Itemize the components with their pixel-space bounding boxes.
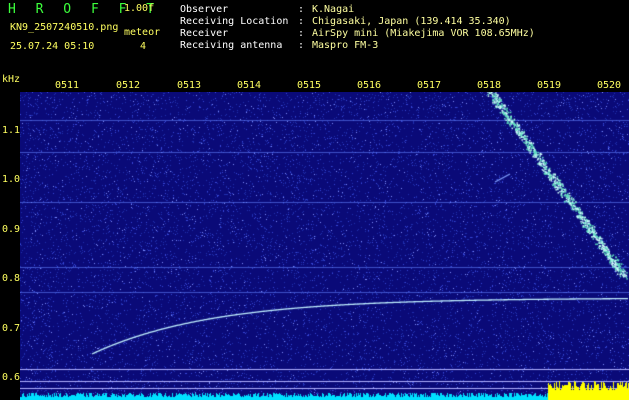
x-tick-label: 0516 [357, 80, 382, 91]
x-tick-label: 0513 [177, 80, 202, 91]
x-tick-label: 0511 [55, 80, 80, 91]
waterfall-plot: kHz 1.1 1.0 0.9 0.8 0.7 0.6 0511 0512 05… [0, 0, 629, 400]
y-tick-label: 0.7 [2, 323, 21, 334]
y-tick-label: 0.9 [2, 224, 21, 235]
x-tick-label: 0514 [237, 80, 262, 91]
y-tick-label: 1.0 [2, 174, 21, 185]
y-tick-label: 0.8 [2, 273, 21, 284]
x-tick-label: 0520 [597, 80, 622, 91]
y-tick-label: 1.1 [2, 125, 21, 136]
x-tick-label: 0517 [417, 80, 442, 91]
x-tick-label: 0519 [537, 80, 562, 91]
x-tick-label: 0518 [477, 80, 502, 91]
y-tick-label: 0.6 [2, 372, 21, 383]
x-tick-label: 0515 [297, 80, 322, 91]
spectrogram-canvas [20, 92, 629, 400]
y-unit-label: kHz [2, 74, 21, 85]
x-tick-label: 0512 [116, 80, 141, 91]
